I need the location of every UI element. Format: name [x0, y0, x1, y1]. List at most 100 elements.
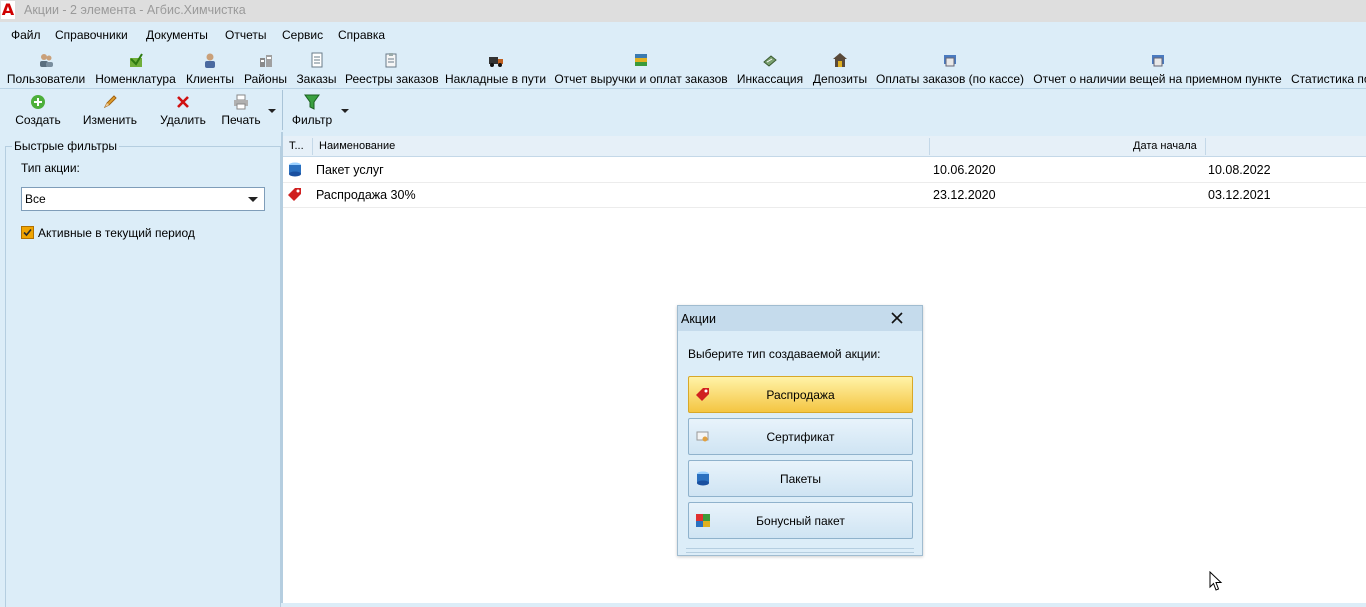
navigation-toolbar: Пользователи Номенклатура Клиенты Районы… — [0, 48, 1366, 88]
orders-icon — [311, 52, 322, 68]
bonus-package-option-button[interactable]: Бонусный пакет — [688, 502, 913, 539]
nav-deposits[interactable]: Депозиты — [811, 52, 869, 86]
row-end-date: 10.08.2022 — [1208, 163, 1271, 177]
deposits-icon — [833, 53, 847, 67]
menu-service[interactable]: Сервис — [282, 28, 323, 42]
filter-button-label: Фильтр — [291, 113, 333, 127]
row-name: Пакет услуг — [316, 163, 384, 177]
checkmark-icon — [23, 228, 32, 237]
nav-statistics-label: Статистика по — [1291, 72, 1366, 86]
menu-help[interactable]: Справка — [338, 28, 385, 42]
filter-button[interactable]: Фильтр — [289, 93, 335, 129]
nav-districts[interactable]: Районы — [242, 52, 289, 86]
quick-filters-group — [5, 146, 281, 607]
print-button[interactable]: Печать — [216, 93, 266, 129]
column-type[interactable]: Т... — [289, 140, 304, 152]
menu-references[interactable]: Справочники — [55, 28, 128, 42]
promo-type-dialog: Акции Выберите тип создаваемой акции: Ра… — [677, 305, 923, 556]
nav-districts-label: Районы — [244, 72, 287, 86]
truck-icon — [488, 57, 503, 67]
action-toolbar: Создать Изменить Удалить Печать Фильтр — [0, 89, 1366, 131]
menu-file[interactable]: Файл — [11, 28, 41, 42]
nav-cash-collection[interactable]: Инкассация — [736, 52, 804, 86]
column-divider[interactable] — [929, 138, 930, 155]
table-header: Т... Наименование Дата начала — [283, 136, 1366, 157]
districts-icon — [259, 55, 272, 67]
row-end-date: 03.12.2021 — [1208, 188, 1271, 202]
nav-cash-collection-label: Инкассация — [736, 72, 804, 86]
toolbar-separator — [282, 90, 283, 130]
certificate-option-button[interactable]: Сертификат — [688, 418, 913, 455]
funnel-icon — [304, 94, 320, 110]
nav-clients[interactable]: Клиенты — [184, 52, 236, 86]
create-button-label: Создать — [15, 113, 61, 127]
title-bar: A Акции - 2 элемента - Агбис.Химчистка — [0, 0, 1366, 22]
promo-type-label: Тип акции: — [21, 161, 80, 175]
sale-tag-icon — [288, 188, 301, 201]
pencil-icon — [103, 95, 117, 109]
mouse-cursor-icon — [1209, 571, 1223, 591]
table-row[interactable]: Пакет услуг 10.06.2020 10.08.2022 — [283, 157, 1366, 183]
column-divider[interactable] — [1205, 138, 1206, 155]
sale-option-button[interactable]: Распродажа — [688, 376, 913, 413]
nav-orders[interactable]: Заказы — [295, 52, 338, 86]
active-period-checkbox[interactable] — [21, 226, 34, 239]
nav-revenue-report-label: Отчет выручки и оплат заказов — [554, 72, 728, 86]
promo-type-select[interactable]: Все — [21, 187, 265, 211]
nav-revenue-report[interactable]: Отчет выручки и оплат заказов — [554, 52, 728, 86]
nomenclature-icon — [129, 53, 143, 67]
nav-nomenclature-label: Номенклатура — [95, 72, 176, 86]
sale-option-label: Распродажа — [766, 388, 835, 402]
packages-option-label: Пакеты — [779, 472, 822, 486]
quick-filters-panel: Быстрые фильтры Тип акции: Все Активные … — [0, 132, 281, 607]
client-icon — [205, 53, 215, 68]
nav-order-registries-label: Реестры заказов — [345, 72, 439, 86]
menu-documents[interactable]: Документы — [146, 28, 208, 42]
dialog-title-bar[interactable]: Акции — [678, 306, 922, 331]
column-start-date[interactable]: Дата начала — [1133, 140, 1197, 152]
nav-nomenclature[interactable]: Номенклатура — [94, 52, 177, 86]
dialog-bottom-rule — [686, 548, 914, 553]
nav-inventory-report-label: Отчет о наличии вещей на приемном пункте — [1033, 72, 1282, 86]
print-button-label: Печать — [221, 113, 261, 127]
edit-button[interactable]: Изменить — [80, 93, 140, 129]
print-dropdown-arrow-icon[interactable] — [268, 109, 276, 113]
printer-icon — [234, 94, 248, 110]
create-button[interactable]: Создать — [12, 93, 64, 129]
filter-dropdown-arrow-icon[interactable] — [341, 109, 349, 113]
nav-statistics[interactable]: Статистика по — [1291, 52, 1366, 86]
row-start-date: 10.06.2020 — [933, 163, 996, 177]
users-icon — [40, 54, 53, 67]
column-divider[interactable] — [312, 138, 313, 155]
quick-filters-title: Быстрые фильтры — [12, 139, 119, 153]
menu-reports[interactable]: Отчеты — [225, 28, 266, 42]
menu-bar: Файл Справочники Документы Отчеты Сервис… — [0, 22, 1366, 48]
nav-deposits-label: Депозиты — [812, 72, 868, 86]
column-name[interactable]: Наименование — [319, 140, 395, 152]
chevron-down-icon — [248, 197, 258, 202]
close-icon[interactable] — [890, 311, 904, 325]
edit-button-label: Изменить — [82, 113, 138, 127]
cash-collection-icon — [763, 55, 777, 67]
delete-button[interactable]: Удалить — [157, 93, 209, 129]
packages-option-button[interactable]: Пакеты — [688, 460, 913, 497]
certificate-option-label: Сертификат — [766, 430, 835, 444]
nav-waybills[interactable]: Накладные в пути — [445, 52, 546, 86]
bonus-package-option-label: Бонусный пакет — [756, 514, 845, 528]
nav-users[interactable]: Пользователи — [6, 52, 86, 86]
nav-clients-label: Клиенты — [185, 72, 235, 86]
nav-inventory-report[interactable]: Отчет о наличии вещей на приемном пункте — [1031, 52, 1284, 86]
window-title: Акции - 2 элемента - Агбис.Химчистка — [24, 3, 246, 17]
table-row[interactable]: Распродажа 30% 23.12.2020 03.12.2021 — [283, 182, 1366, 208]
app-logo-icon: A — [1, 0, 15, 19]
nav-order-payments[interactable]: Оплаты заказов (по кассе) — [876, 52, 1024, 86]
delete-button-label: Удалить — [160, 113, 206, 127]
payments-icon — [944, 55, 956, 67]
active-period-label: Активные в текущий период — [38, 226, 195, 240]
nav-users-label: Пользователи — [6, 72, 86, 86]
dialog-title: Акции — [681, 312, 716, 326]
row-name: Распродажа 30% — [316, 188, 416, 202]
nav-order-registries[interactable]: Реестры заказов — [345, 52, 439, 86]
package-icon — [289, 162, 301, 177]
row-start-date: 23.12.2020 — [933, 188, 996, 202]
